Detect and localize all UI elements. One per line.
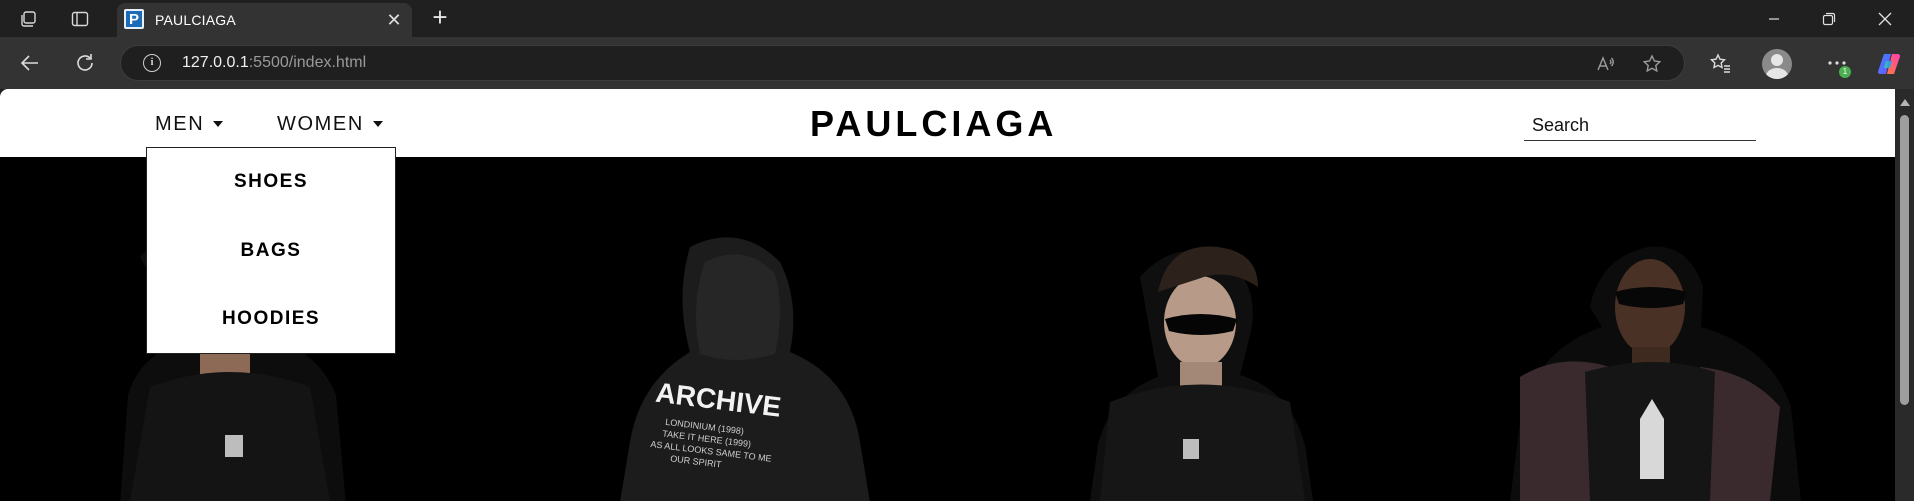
dropdown-item-bags[interactable]: BAGS bbox=[147, 240, 395, 262]
browser-toolbar: i 127.0.0.1:5500/index.html 1 bbox=[0, 37, 1914, 89]
dropdown-item-shoes[interactable]: SHOES bbox=[147, 171, 395, 193]
tab-close-icon[interactable]: ✕ bbox=[384, 10, 404, 30]
active-tab[interactable]: P PAULCIAGA ✕ bbox=[117, 3, 412, 37]
nav-men-label: MEN bbox=[155, 113, 205, 135]
men-dropdown-menu: SHOES BAGS HOODIES bbox=[146, 147, 396, 354]
site-info-icon[interactable]: i bbox=[143, 54, 161, 72]
scroll-up-icon[interactable] bbox=[1900, 99, 1910, 106]
back-icon[interactable] bbox=[18, 51, 42, 75]
refresh-icon[interactable] bbox=[73, 51, 97, 75]
workspaces-icon[interactable] bbox=[16, 7, 40, 31]
chevron-down-icon bbox=[213, 120, 224, 127]
new-tab-icon[interactable]: + bbox=[428, 4, 452, 30]
notification-badge: 1 bbox=[1839, 66, 1851, 78]
address-bar[interactable]: i 127.0.0.1:5500/index.html bbox=[120, 45, 1685, 81]
favorites-icon[interactable] bbox=[1708, 51, 1732, 75]
search-input[interactable] bbox=[1524, 111, 1756, 141]
model-figure-4 bbox=[1510, 246, 1801, 501]
favorite-star-icon[interactable] bbox=[1641, 53, 1663, 75]
model-figure-2: ARCHIVE LONDINIUM (1998) TAKE IT HERE (1… bbox=[620, 237, 870, 501]
page-viewport: MEN WOMEN PAULCIAGA Search ARCHIVE LONDI… bbox=[0, 89, 1914, 501]
nav-women-label: WOMEN bbox=[277, 113, 364, 135]
restore-icon[interactable] bbox=[1800, 0, 1858, 37]
model-figure-3 bbox=[1090, 246, 1313, 501]
browser-tab-strip: P PAULCIAGA ✕ + bbox=[0, 0, 1914, 37]
close-icon[interactable] bbox=[1856, 0, 1914, 37]
page-scrollbar[interactable] bbox=[1895, 89, 1914, 501]
chevron-down-icon bbox=[372, 120, 383, 127]
url-text[interactable]: 127.0.0.1:5500/index.html bbox=[182, 54, 366, 72]
tab-title: PAULCIAGA bbox=[155, 12, 236, 28]
read-aloud-icon[interactable] bbox=[1594, 53, 1616, 75]
profile-avatar[interactable] bbox=[1762, 49, 1792, 79]
nav-men[interactable]: MEN bbox=[155, 113, 224, 136]
copilot-icon[interactable] bbox=[1876, 51, 1902, 77]
tab-actions-icon[interactable] bbox=[68, 7, 92, 31]
nav-women[interactable]: WOMEN bbox=[277, 113, 383, 136]
dropdown-item-hoodies[interactable]: HOODIES bbox=[147, 308, 395, 330]
minimize-icon[interactable] bbox=[1745, 0, 1803, 37]
site-logo[interactable]: PAULCIAGA bbox=[810, 103, 1057, 145]
scroll-thumb[interactable] bbox=[1900, 115, 1909, 405]
tab-favicon: P bbox=[124, 9, 144, 29]
